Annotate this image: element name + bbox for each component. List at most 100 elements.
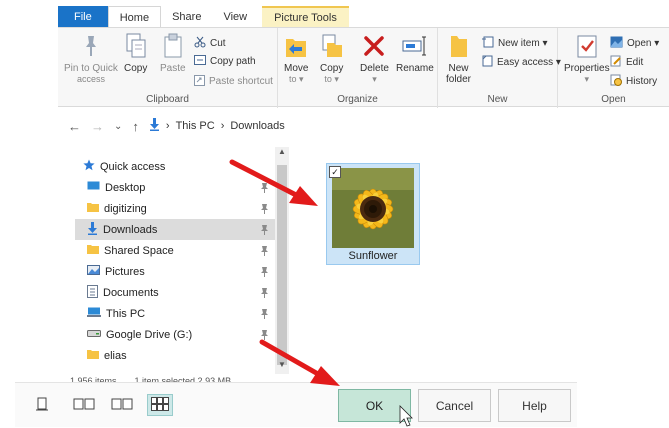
nav-item-label: Quick access — [100, 160, 166, 173]
scissors-icon — [194, 36, 206, 51]
file-name: Sunflower — [348, 250, 398, 262]
nav-item-label: Documents — [103, 286, 159, 299]
side-by-side-icon — [111, 397, 133, 414]
ok-button[interactable]: OK — [338, 389, 411, 422]
open-image-icon — [610, 36, 623, 51]
paste-button[interactable]: Paste — [160, 32, 186, 74]
up-button[interactable]: ↑ — [132, 119, 139, 134]
breadcrumb-downloads[interactable]: Downloads — [230, 120, 284, 132]
nav-item-shared-space[interactable]: Shared Space — [75, 240, 275, 261]
properties-button[interactable]: Properties ▾ — [564, 32, 610, 85]
properties-icon — [576, 32, 598, 60]
nav-item-quick-access[interactable]: Quick access — [75, 156, 275, 177]
view-grid-button[interactable] — [147, 394, 173, 416]
copy-to-label: Copy — [320, 63, 344, 74]
paste-shortcut-button[interactable]: Paste shortcut — [194, 74, 273, 89]
pin-icon[interactable] — [260, 266, 269, 277]
pin-icon[interactable] — [260, 245, 269, 256]
view-side-by-side-button[interactable] — [109, 394, 135, 416]
pc-icon — [87, 307, 101, 321]
help-button[interactable]: Help — [498, 389, 571, 422]
documents-icon — [87, 284, 98, 301]
tab-home[interactable]: Home — [107, 6, 162, 28]
nav-item-digitizing[interactable]: digitizing — [75, 198, 275, 219]
tab-picture-tools[interactable]: Picture Tools — [262, 6, 349, 28]
tab-share[interactable]: Share — [161, 6, 212, 28]
open-button[interactable]: Open ▾ — [610, 36, 659, 51]
tab-view[interactable]: View — [212, 6, 258, 28]
easy-access-button[interactable]: Easy access ▾ — [482, 55, 561, 70]
folder-icon — [87, 202, 99, 215]
nav-item-label: Shared Space — [104, 244, 174, 257]
new-group: New folder New item ▾ Easy access ▾ New — [438, 28, 561, 108]
breadcrumb-this-pc[interactable]: This PC — [176, 120, 215, 132]
copy-icon — [125, 32, 147, 60]
folder-icon — [87, 349, 99, 362]
pin-icon — [81, 32, 101, 60]
pin-icon[interactable] — [260, 329, 269, 340]
breadcrumb-separator: › — [220, 120, 225, 132]
nav-item-this-pc[interactable]: This PC — [75, 303, 275, 324]
tab-file[interactable]: File — [58, 6, 108, 28]
ribbon-tab-bar: File Home Share View Picture Tools — [58, 6, 669, 28]
copy-path-label: Copy path — [210, 56, 256, 67]
rename-button[interactable]: Rename — [396, 32, 434, 74]
pin-icon[interactable] — [260, 182, 269, 193]
breadcrumb: › This PC › Downloads — [149, 118, 285, 134]
back-button[interactable]: ← — [68, 119, 81, 134]
new-folder-sub-label: folder — [446, 74, 472, 85]
history-icon — [610, 74, 622, 89]
nav-item-downloads[interactable]: Downloads — [75, 219, 275, 240]
new-item-button[interactable]: New item ▾ — [482, 36, 547, 51]
nav-item-elias[interactable]: elias — [75, 345, 275, 366]
pin-icon[interactable] — [260, 287, 269, 298]
cancel-button[interactable]: Cancel — [418, 389, 491, 422]
rename-label: Rename — [396, 63, 434, 74]
easy-access-label: Easy access ▾ — [497, 57, 561, 68]
pin-icon[interactable] — [260, 308, 269, 319]
organize-group: Move to ▾ Copy to ▾ Delete ▾ Rename Orga… — [278, 28, 438, 108]
move-to-sub-label: to ▾ — [288, 74, 304, 84]
download-arrow-icon — [149, 118, 160, 134]
history-button[interactable]: History — [610, 74, 657, 89]
nav-item-google-drive[interactable]: Google Drive (G:) — [75, 324, 275, 345]
scroll-up-icon[interactable]: ▲ — [275, 147, 289, 161]
nav-item-documents[interactable]: Documents — [75, 282, 275, 303]
pin-icon[interactable] — [260, 203, 269, 214]
copy-to-button[interactable]: Copy to ▾ — [320, 32, 343, 85]
move-to-label: Move — [284, 63, 309, 74]
breadcrumb-separator: › — [165, 120, 170, 132]
download-icon — [87, 221, 98, 238]
copy-path-button[interactable]: Copy path — [194, 55, 256, 68]
delete-button[interactable]: Delete ▾ — [360, 32, 389, 85]
nav-pane-scrollbar[interactable]: ▲ ▼ — [275, 147, 289, 374]
view-two-pages-button[interactable] — [71, 394, 97, 416]
navigation-pane: Quick access Desktop digitizing Download… — [75, 156, 275, 374]
pin-icon[interactable] — [260, 224, 269, 235]
cut-button[interactable]: Cut — [194, 36, 226, 51]
file-tile-sunflower[interactable]: ✓ Sunflower — [326, 163, 420, 265]
new-folder-button[interactable]: New folder — [446, 32, 471, 85]
nav-item-pictures[interactable]: Pictures — [75, 261, 275, 282]
nav-item-label: digitizing — [104, 202, 147, 215]
properties-label: Properties — [564, 63, 610, 74]
new-folder-icon — [449, 32, 469, 60]
selection-checkbox[interactable]: ✓ — [329, 166, 341, 178]
recent-locations-button[interactable]: ⌄ — [114, 121, 122, 132]
scroll-down-icon[interactable]: ▼ — [275, 360, 289, 374]
copy-to-icon — [321, 32, 343, 60]
view-single-page-button[interactable] — [29, 394, 55, 416]
copy-label: Copy — [124, 63, 148, 74]
move-to-button[interactable]: Move to ▾ — [284, 32, 308, 85]
scrollbar-thumb[interactable] — [277, 165, 287, 365]
clipboard-icon — [163, 32, 183, 60]
easy-access-icon — [482, 55, 493, 70]
nav-item-label: Downloads — [103, 223, 158, 236]
edit-button[interactable]: Edit — [610, 55, 643, 70]
pin-to-quick-access-button[interactable]: Pin to Quick access — [64, 32, 118, 85]
new-folder-label: New — [448, 63, 469, 74]
forward-button[interactable]: → — [91, 119, 104, 134]
cut-label: Cut — [210, 38, 226, 49]
copy-button[interactable]: Copy — [124, 32, 147, 74]
nav-item-desktop[interactable]: Desktop — [75, 177, 275, 198]
